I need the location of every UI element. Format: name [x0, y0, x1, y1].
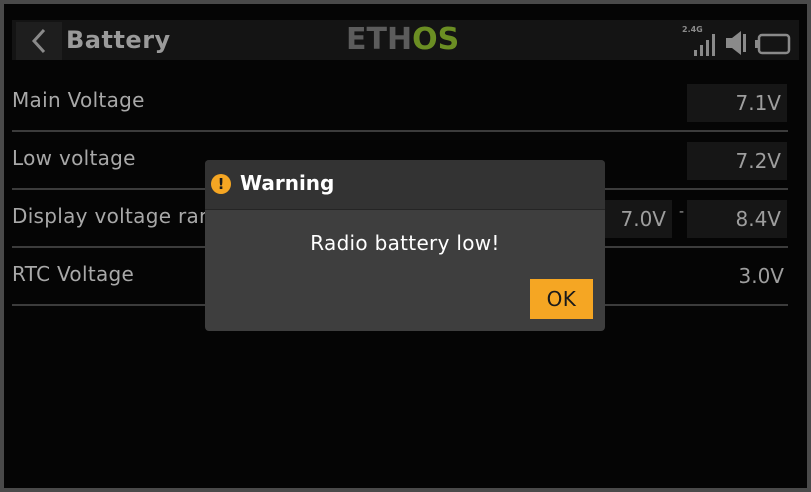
display-voltage-range-label: Display voltage range: [12, 204, 238, 228]
signal-bars-icon: [694, 34, 715, 56]
warning-icon: !: [211, 174, 231, 194]
logo-eth: ETH: [346, 22, 413, 57]
ethos-logo: ETHOS: [346, 24, 459, 56]
low-voltage-label: Low voltage: [12, 146, 136, 170]
main-voltage-value: 7.1V: [687, 84, 787, 122]
page-title: Battery: [66, 26, 171, 54]
status-icons: [693, 24, 791, 56]
row-main-voltage: Main Voltage 7.1V: [12, 74, 788, 132]
rtc-voltage-value: 3.0V: [738, 264, 785, 288]
speaker-icon: [726, 31, 746, 55]
back-chevron-icon: [31, 28, 46, 54]
device-frame: Battery ETHOS 2.4G Main Voltage 7.1V Low…: [0, 0, 811, 492]
dialog-header: ! Warning: [205, 160, 605, 210]
logo-os: OS: [412, 22, 460, 57]
main-voltage-label: Main Voltage: [12, 88, 145, 112]
battery-icon: [755, 33, 791, 55]
rtc-voltage-label: RTC Voltage: [12, 262, 135, 286]
dialog-message: Radio battery low!: [310, 231, 500, 255]
ok-button[interactable]: OK: [530, 279, 593, 319]
dialog-title: Warning: [240, 171, 335, 195]
header-bar: Battery ETHOS 2.4G: [12, 20, 799, 60]
range-separator: -: [679, 204, 685, 220]
back-button[interactable]: [16, 22, 62, 60]
screen: Battery ETHOS 2.4G Main Voltage 7.1V Low…: [4, 4, 807, 488]
low-voltage-field[interactable]: 7.2V: [687, 142, 787, 180]
display-voltage-max-field[interactable]: 8.4V: [687, 200, 787, 238]
warning-dialog: ! Warning Radio battery low! OK: [205, 160, 605, 331]
